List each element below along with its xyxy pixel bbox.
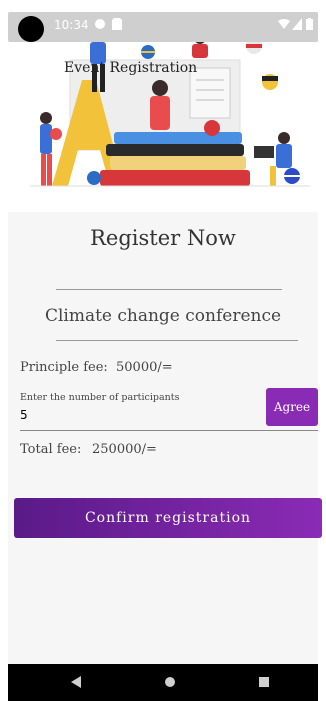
home-circle-icon xyxy=(165,677,175,687)
camera-cutout xyxy=(18,16,44,42)
participants-label: Enter the number of participants xyxy=(20,392,180,403)
app-notification-icon xyxy=(94,18,106,33)
divider-top xyxy=(56,289,282,290)
signal-icon xyxy=(292,18,302,33)
back-triangle-icon xyxy=(71,676,81,688)
recents-square-icon xyxy=(259,677,269,687)
agree-button[interactable]: Agree xyxy=(266,388,318,426)
divider-bottom xyxy=(56,340,298,341)
back-button[interactable] xyxy=(64,672,88,692)
principle-fee-value: 50000/= xyxy=(116,360,173,375)
status-time: 10:34 xyxy=(54,18,89,32)
sd-card-icon xyxy=(112,18,122,33)
input-underline xyxy=(20,430,318,431)
confirm-registration-button[interactable]: Confirm registration xyxy=(14,498,322,538)
recents-button[interactable] xyxy=(252,672,276,692)
participants-input[interactable]: 5 xyxy=(20,408,28,422)
registration-panel: Register Now Climate change conference P… xyxy=(8,212,322,664)
page-title: Register Now xyxy=(90,226,236,250)
conference-name: Climate change conference xyxy=(44,306,282,326)
app-title: Event Registration xyxy=(64,60,198,76)
home-button[interactable] xyxy=(158,672,182,692)
total-fee-value: 250000/= xyxy=(92,442,157,457)
status-bar: 10:34 xyxy=(8,12,318,42)
wifi-icon xyxy=(278,18,290,33)
navigation-bar xyxy=(8,664,318,701)
battery-icon xyxy=(306,18,313,33)
total-fee-label: Total fee: xyxy=(20,442,82,457)
principle-fee-label: Principle fee: xyxy=(20,360,108,375)
